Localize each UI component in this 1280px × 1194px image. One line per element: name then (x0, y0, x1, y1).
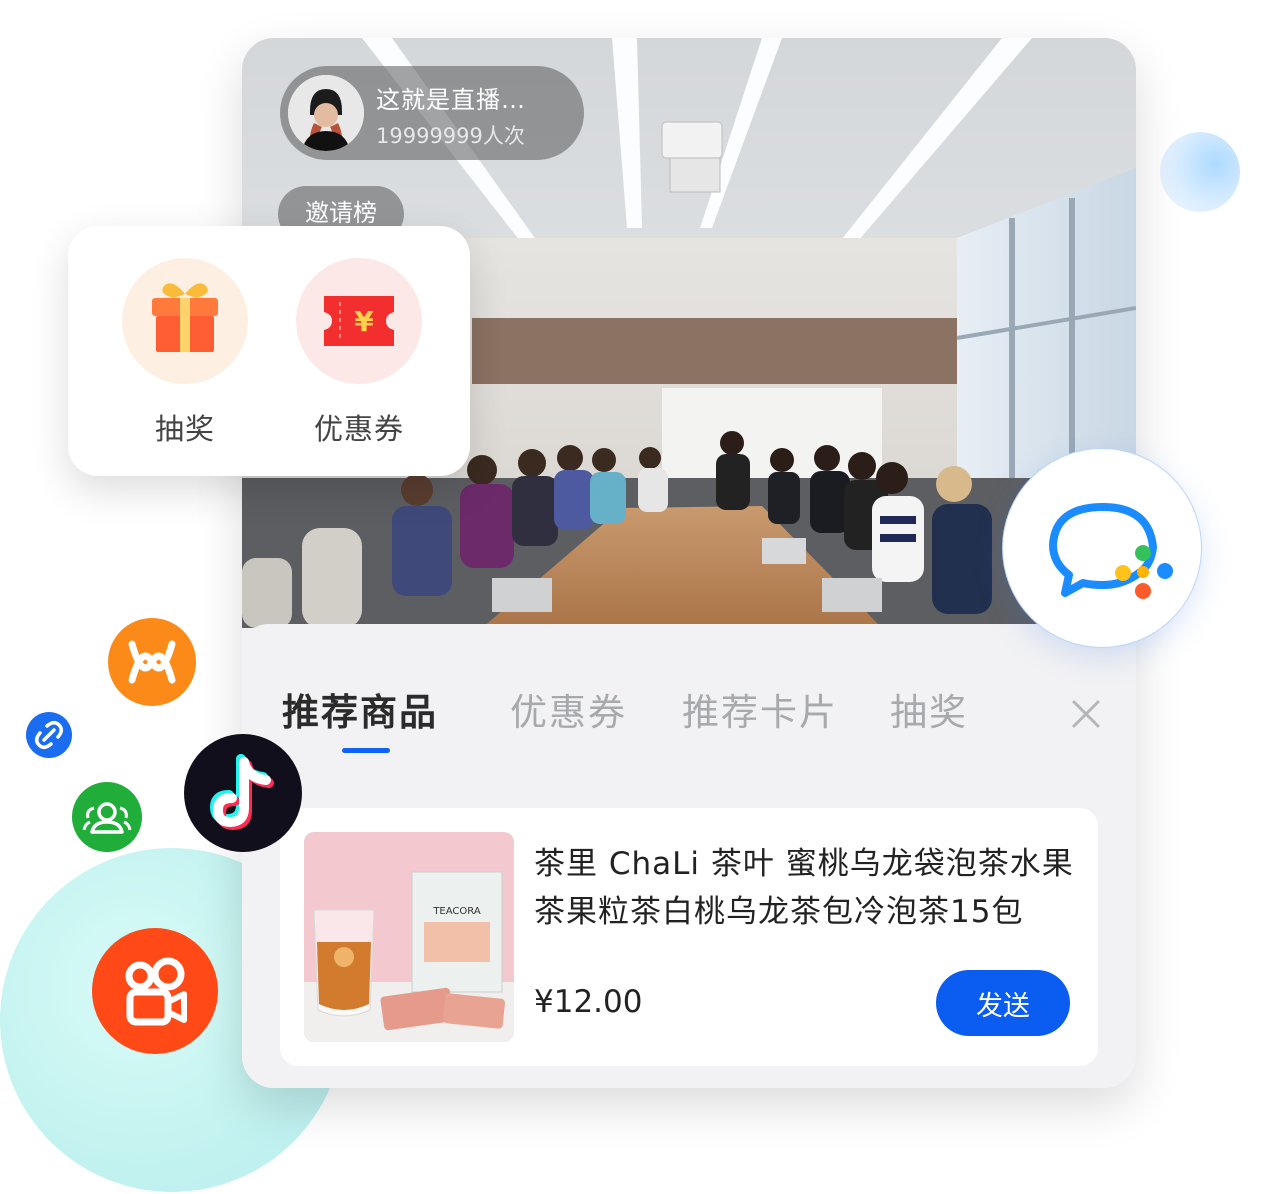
coupon-label: 优惠券 (313, 412, 404, 446)
group-icon[interactable] (72, 782, 142, 852)
svg-text:¥: ¥ (354, 305, 374, 338)
host-info-pill[interactable]: 这就是直播… 19999999人次 (280, 66, 584, 160)
product-price: ¥12.00 (534, 984, 643, 1020)
gift-icon (122, 258, 248, 384)
tiktok-icon[interactable] (184, 734, 302, 852)
tab-recommended-cards[interactable]: 推荐卡片 (682, 682, 838, 736)
active-tab-indicator (342, 748, 390, 753)
promo-shortcut-card: 抽奖 ¥ 优惠券 (68, 226, 470, 476)
send-button[interactable]: 发送 (936, 970, 1070, 1036)
product-image: TEACORA (304, 832, 514, 1042)
product-panel: 推荐商品 优惠券 推荐卡片 抽奖 TEACORA 茶里 ChaLi 茶叶 蜜桃乌… (242, 624, 1136, 1088)
coupon-shortcut[interactable]: ¥ 优惠券 (296, 258, 422, 448)
tab-coupons[interactable]: 优惠券 (510, 682, 627, 736)
product-title: 茶里 ChaLi 茶叶 蜜桃乌龙袋泡茶水果茶果粒茶白桃乌龙茶包冷泡茶15包 (534, 846, 1074, 930)
wecom-chat-icon[interactable] (1002, 448, 1202, 648)
decorative-bubble (1160, 132, 1240, 212)
product-brand-text: TEACORA (432, 906, 480, 917)
lottery-shortcut[interactable]: 抽奖 (122, 258, 248, 448)
host-avatar[interactable] (288, 75, 364, 151)
link-icon[interactable] (26, 712, 72, 758)
kuaishou-icon[interactable] (92, 928, 218, 1054)
panel-tabs: 推荐商品 优惠券 推荐卡片 抽奖 (242, 624, 1136, 774)
live-title: 这就是直播… (376, 86, 526, 114)
lottery-label: 抽奖 (154, 412, 215, 446)
coupon-icon: ¥ (296, 258, 422, 384)
tab-lottery[interactable]: 抽奖 (890, 682, 968, 736)
close-icon[interactable] (1066, 694, 1106, 734)
tab-recommended-products[interactable]: 推荐商品 (282, 682, 438, 736)
viewer-count: 19999999人次 (376, 124, 525, 148)
miniapp-orange-icon[interactable] (108, 618, 196, 706)
product-card: TEACORA 茶里 ChaLi 茶叶 蜜桃乌龙袋泡茶水果茶果粒茶白桃乌龙茶包冷… (280, 808, 1098, 1066)
live-room-card: 这就是直播… 19999999人次 邀请榜 推荐商品 优惠券 推荐卡片 抽奖 T… (242, 38, 1136, 1088)
